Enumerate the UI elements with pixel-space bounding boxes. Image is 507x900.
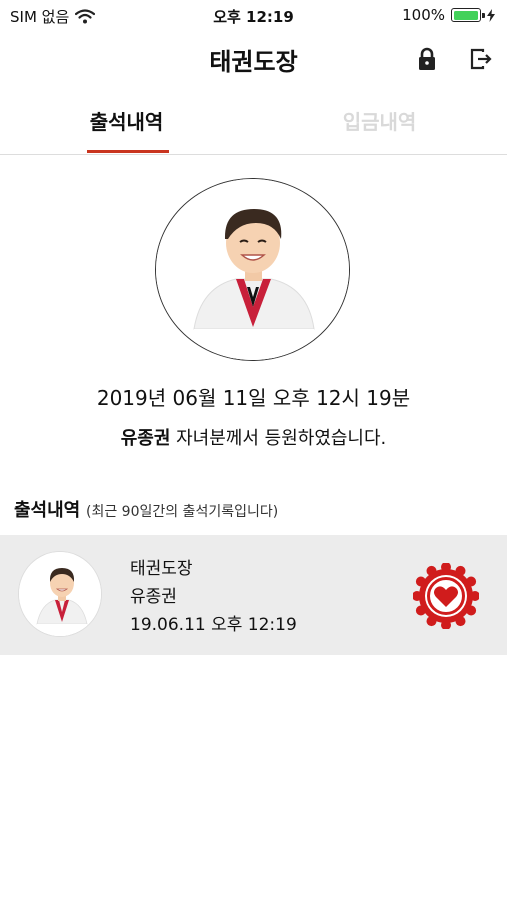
student-name: 유종권 xyxy=(120,428,171,449)
battery-fill xyxy=(453,10,478,20)
nav-bar: 태권도장 xyxy=(0,34,507,78)
history-header: 출석내역 (최근 90일간의 출석기록입니다) xyxy=(14,496,278,522)
row-student-name: 유종권 xyxy=(130,587,177,607)
status-bar: SIM 없음 오후 12:19 100% xyxy=(0,0,507,30)
charging-bolt-icon xyxy=(487,8,495,22)
active-tab-indicator xyxy=(87,150,169,153)
heart-stamp-icon xyxy=(413,563,479,629)
student-photo xyxy=(155,178,350,361)
student-photo-image xyxy=(156,179,349,360)
history-subtitle: (최근 90일간의 출석기록입니다) xyxy=(85,504,279,520)
tab-attendance[interactable]: 출석내역 xyxy=(0,106,253,135)
battery-percent: 100% xyxy=(402,6,445,24)
attendance-message: 유종권 자녀분께서 등원하였습니다. xyxy=(0,424,507,450)
row-datetime: 19.06.11 오후 12:19 xyxy=(130,615,297,635)
tab-bar: 출석내역 입금내역 xyxy=(0,100,507,155)
history-list-item[interactable]: 태권도장 유종권 19.06.11 오후 12:19 xyxy=(0,535,507,655)
battery-tip xyxy=(482,13,485,18)
row-avatar-image xyxy=(19,552,101,636)
logout-icon[interactable] xyxy=(468,46,494,72)
row-avatar xyxy=(18,551,102,637)
battery-icon xyxy=(451,8,485,22)
tab-deposit[interactable]: 입금내역 xyxy=(253,106,506,135)
row-dojo-name: 태권도장 xyxy=(130,559,193,579)
history-title: 출석내역 xyxy=(14,500,81,521)
row-text: 태권도장 유종권 19.06.11 오후 12:19 xyxy=(130,555,297,639)
status-right: 100% xyxy=(402,6,495,24)
attendance-datetime: 2019년 06월 11일 오후 12시 19분 xyxy=(96,386,411,410)
attendance-message-suffix: 자녀분께서 등원하였습니다. xyxy=(170,428,387,449)
lock-icon[interactable] xyxy=(414,46,440,72)
